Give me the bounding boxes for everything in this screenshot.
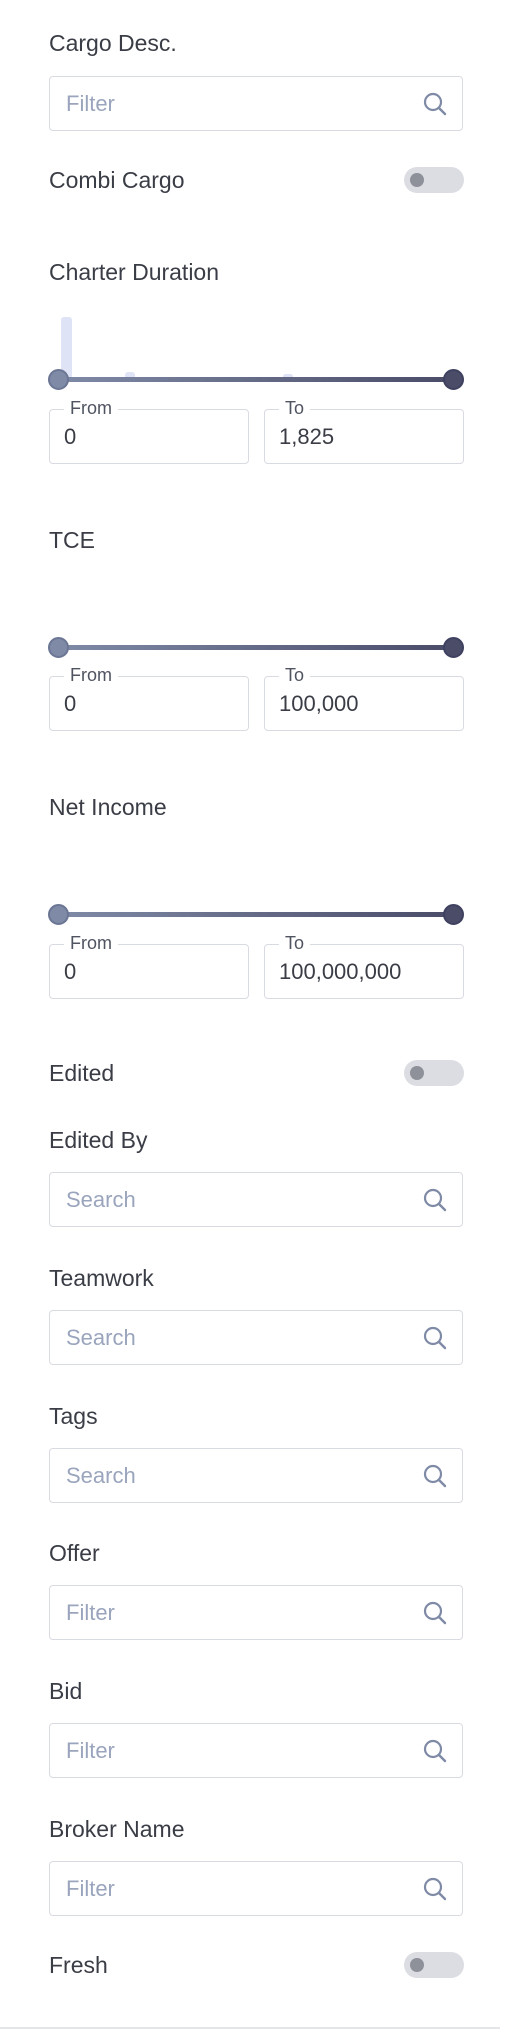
net-income-from-field[interactable]: From — [49, 933, 249, 999]
toggle-knob — [410, 1066, 424, 1080]
tce-min-handle[interactable] — [48, 637, 69, 658]
charter-duration-from-field[interactable]: From — [49, 398, 249, 464]
search-icon[interactable] — [422, 1600, 448, 1626]
net-income-label: Net Income — [49, 794, 167, 820]
charter-duration-label: Charter Duration — [49, 259, 220, 285]
edited-label: Edited — [49, 1060, 115, 1086]
fresh-toggle[interactable] — [404, 1952, 464, 1978]
net-income-to-input[interactable] — [279, 945, 449, 998]
edited-by-field[interactable] — [49, 1172, 463, 1227]
fresh-label: Fresh — [49, 1952, 108, 1978]
net-income-min-handle[interactable] — [48, 904, 69, 925]
charter-duration-to-field[interactable]: To — [264, 398, 464, 464]
charter-duration-min-handle[interactable] — [48, 369, 69, 390]
search-icon[interactable] — [422, 1325, 448, 1351]
combi-cargo-label: Combi Cargo — [49, 167, 185, 193]
bid-field[interactable] — [49, 1723, 463, 1778]
tags-field[interactable] — [49, 1448, 463, 1503]
toggle-knob — [410, 1958, 424, 1972]
edited-toggle[interactable] — [404, 1060, 464, 1086]
toggle-knob — [410, 173, 424, 187]
search-icon[interactable] — [422, 91, 448, 117]
tce-to-input[interactable] — [279, 677, 449, 730]
broker-name-input[interactable] — [66, 1862, 406, 1915]
tce-label: TCE — [49, 527, 95, 553]
tags-input[interactable] — [66, 1449, 406, 1502]
tags-label: Tags — [49, 1403, 98, 1429]
edited-by-input[interactable] — [66, 1173, 406, 1226]
search-icon[interactable] — [422, 1738, 448, 1764]
tce-max-handle[interactable] — [443, 637, 464, 658]
bid-input[interactable] — [66, 1724, 406, 1777]
tce-from-field[interactable]: From — [49, 665, 249, 731]
charter-duration-slider-track[interactable] — [58, 377, 453, 382]
divider — [0, 2027, 500, 2029]
combi-cargo-toggle[interactable] — [404, 167, 464, 193]
edited-by-label: Edited By — [49, 1127, 148, 1153]
search-icon[interactable] — [422, 1463, 448, 1489]
cargo-desc-input[interactable] — [66, 77, 406, 130]
charter-duration-max-handle[interactable] — [443, 369, 464, 390]
offer-field[interactable] — [49, 1585, 463, 1640]
net-income-max-handle[interactable] — [443, 904, 464, 925]
broker-name-label: Broker Name — [49, 1816, 185, 1842]
broker-name-field[interactable] — [49, 1861, 463, 1916]
teamwork-input[interactable] — [66, 1311, 406, 1364]
net-income-to-field[interactable]: To — [264, 933, 464, 999]
tce-slider-track[interactable] — [58, 645, 453, 650]
search-icon[interactable] — [422, 1876, 448, 1902]
teamwork-field[interactable] — [49, 1310, 463, 1365]
cargo-desc-label: Cargo Desc. — [49, 30, 177, 56]
cargo-desc-field[interactable] — [49, 76, 463, 131]
tce-to-field[interactable]: To — [264, 665, 464, 731]
search-icon[interactable] — [422, 1187, 448, 1213]
offer-label: Offer — [49, 1540, 100, 1566]
net-income-from-input[interactable] — [64, 945, 234, 998]
teamwork-label: Teamwork — [49, 1265, 154, 1291]
charter-duration-to-input[interactable] — [279, 410, 449, 463]
bid-label: Bid — [49, 1678, 83, 1704]
tce-from-input[interactable] — [64, 677, 234, 730]
net-income-slider-track[interactable] — [58, 912, 453, 917]
offer-input[interactable] — [66, 1586, 406, 1639]
charter-duration-from-input[interactable] — [64, 410, 234, 463]
